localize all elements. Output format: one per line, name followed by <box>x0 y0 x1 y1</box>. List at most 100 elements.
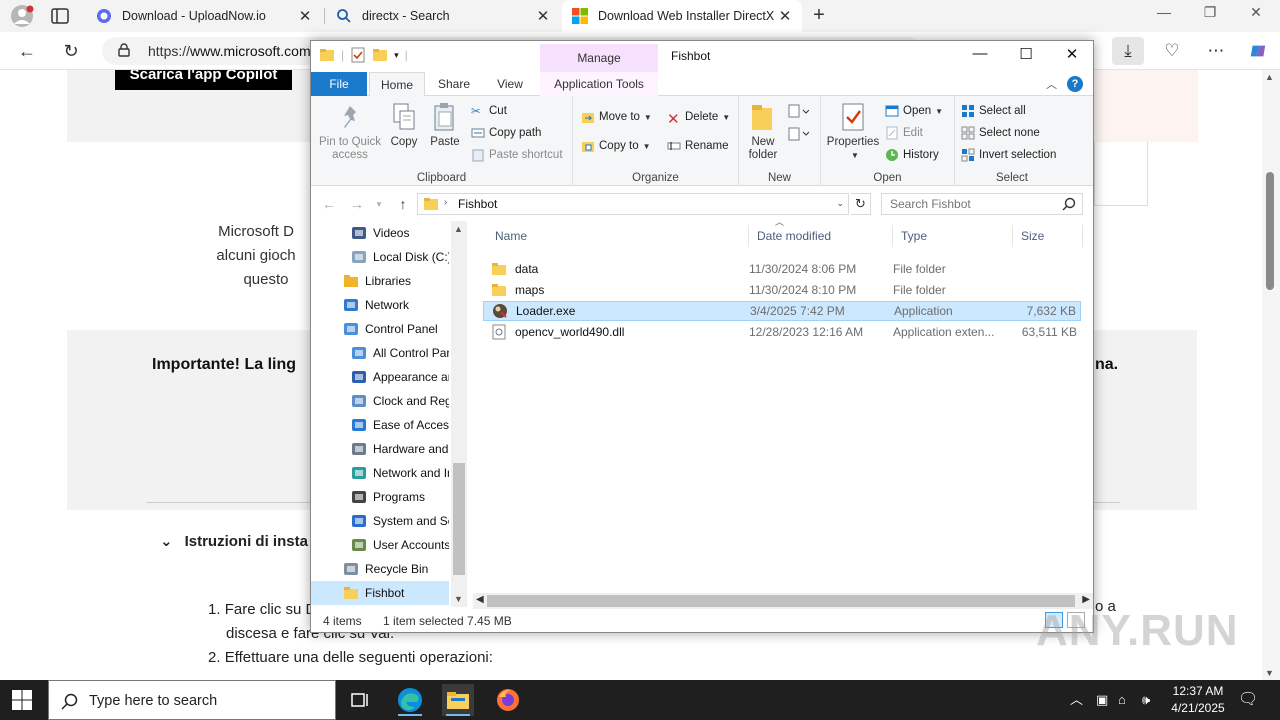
select-none-button[interactable]: Select none <box>961 126 1040 140</box>
file-explorer-taskbar-icon[interactable] <box>442 684 474 716</box>
scroll-down-icon[interactable]: ▼ <box>1265 668 1274 678</box>
path-box[interactable]: › Fishbot ⌄ <box>417 193 849 215</box>
nav-item[interactable]: Network <box>311 293 449 317</box>
close-tab-icon[interactable]: ✕ <box>536 7 550 25</box>
browser-tab-uploadnow[interactable]: Download - UploadNow.io ✕ <box>86 0 322 32</box>
close-tab-icon[interactable]: ✕ <box>298 7 312 25</box>
explorer-minimize-button[interactable]: — <box>957 45 1003 69</box>
search-input[interactable] <box>882 194 1062 214</box>
refresh-icon[interactable]: ↻ <box>851 193 871 215</box>
browser-tab-search[interactable]: directx - Search ✕ <box>326 0 560 32</box>
tab-home[interactable]: Home <box>369 72 425 97</box>
new-item-icon[interactable] <box>787 104 809 120</box>
select-all-button[interactable]: Select all <box>961 104 1026 118</box>
search-box[interactable] <box>881 193 1083 215</box>
file-row[interactable]: maps 11/30/2024 8:10 PM File folder <box>483 280 1081 300</box>
tab-file[interactable]: File <box>311 72 367 96</box>
edit-button[interactable]: Edit <box>885 126 923 140</box>
breadcrumb-fishbot[interactable]: Fishbot <box>458 197 497 211</box>
taskbar-search[interactable]: Type here to search <box>48 680 336 720</box>
device-icon[interactable]: ▣ <box>1096 680 1108 720</box>
tab-application-tools[interactable]: Application Tools <box>540 72 658 96</box>
scroll-up-icon[interactable]: ▲ <box>454 224 463 234</box>
nav-item[interactable]: Videos <box>311 221 449 245</box>
volume-icon[interactable]: 🕪 <box>1142 680 1150 720</box>
instructions-heading[interactable]: ⌄ Istruzioni di insta <box>160 532 308 550</box>
minimize-window-button[interactable]: — <box>1144 4 1184 20</box>
column-header-type[interactable]: Type <box>893 225 1013 247</box>
tab-share[interactable]: Share <box>429 72 479 96</box>
nav-item[interactable]: Libraries <box>311 269 449 293</box>
task-view-icon[interactable] <box>344 684 376 716</box>
back-button[interactable]: ← <box>14 38 40 64</box>
downloads-icon[interactable]: ⤓ <box>1112 37 1144 65</box>
column-header-date[interactable]: Date modified <box>749 225 893 247</box>
notifications-icon[interactable]: 🗨 <box>1238 680 1258 720</box>
nav-item[interactable]: Control Panel <box>311 317 449 341</box>
column-header-name[interactable]: Name <box>487 225 749 247</box>
up-arrow-icon[interactable]: ↑ <box>395 196 411 212</box>
nav-item[interactable]: Fishbot <box>311 581 449 605</box>
nav-scroll-thumb[interactable] <box>453 463 465 575</box>
copy-button[interactable]: Copy <box>385 102 423 149</box>
rename-button[interactable]: Rename <box>667 139 728 153</box>
help-icon[interactable]: ? <box>1067 76 1083 92</box>
path-dropdown-icon[interactable]: ⌄ <box>836 198 844 209</box>
file-row[interactable]: Loader.exe 3/4/2025 7:42 PM Application 7,6… <box>483 301 1081 321</box>
scroll-right-icon[interactable]: ▶ <box>1082 594 1090 605</box>
copy-to-button[interactable]: Copy to ▼ <box>581 139 651 153</box>
file-row[interactable]: opencv_world490.dll 12/28/2023 12:16 AM Ap… <box>483 322 1081 342</box>
copy-path-button[interactable]: Copy path <box>471 126 541 140</box>
copilot-icon[interactable] <box>1242 37 1274 65</box>
tab-actions-icon[interactable] <box>50 7 70 25</box>
nav-item[interactable]: Recycle Bin <box>311 557 449 581</box>
nav-item[interactable]: Network and Ir <box>311 461 449 485</box>
paste-button[interactable]: Paste <box>425 102 465 149</box>
nav-item[interactable]: Ease of Access <box>311 413 449 437</box>
nav-item[interactable]: Local Disk (C:) <box>311 245 449 269</box>
close-tab-icon[interactable]: ✕ <box>778 7 792 25</box>
new-folder-qat-icon[interactable] <box>372 47 388 63</box>
network-status-icon[interactable]: ⌂ <box>1118 680 1126 720</box>
open-button[interactable]: Open ▼ <box>885 104 943 118</box>
explorer-maximize-button[interactable]: ☐ <box>1003 45 1049 69</box>
recent-locations-icon[interactable]: ▾ <box>371 196 387 212</box>
scroll-down-icon[interactable]: ▼ <box>454 594 463 604</box>
delete-button[interactable]: ✕ Delete ▼ <box>667 110 730 128</box>
file-list-hscrollbar[interactable]: ◀ ▶ <box>473 593 1093 609</box>
page-scroll-thumb[interactable] <box>1266 172 1274 290</box>
nav-item[interactable]: Hardware and <box>311 437 449 461</box>
nav-item[interactable]: All Control Par <box>311 341 449 365</box>
back-arrow-icon[interactable]: ← <box>321 196 337 212</box>
cut-button[interactable]: ✂ Cut <box>471 104 507 118</box>
easy-access-icon[interactable] <box>787 126 809 142</box>
history-button[interactable]: History <box>885 148 939 162</box>
forward-arrow-icon[interactable]: → <box>349 196 365 212</box>
profile-avatar-icon[interactable] <box>10 5 34 27</box>
lock-icon[interactable] <box>118 43 130 57</box>
breadcrumb-chevron-icon[interactable]: › <box>444 197 447 208</box>
properties-button[interactable]: Properties ▼ <box>825 102 881 162</box>
scroll-left-icon[interactable]: ◀ <box>476 594 484 605</box>
new-tab-button[interactable]: + <box>808 4 830 27</box>
hscroll-thumb[interactable] <box>487 595 1075 607</box>
tab-view[interactable]: View <box>485 72 535 96</box>
invert-selection-button[interactable]: Invert selection <box>961 148 1056 162</box>
scroll-up-icon[interactable]: ▲ <box>1265 72 1274 82</box>
copilot-app-button[interactable]: Scarica l'app Copilot <box>115 70 292 90</box>
file-row[interactable]: data 11/30/2024 8:06 PM File folder <box>483 259 1081 279</box>
nav-pane-scrollbar[interactable]: ▲ ▼ <box>451 221 467 607</box>
windows-start-icon[interactable] <box>12 690 32 710</box>
paste-shortcut-button[interactable]: Paste shortcut <box>471 148 563 162</box>
nav-item[interactable]: System and Se <box>311 509 449 533</box>
new-folder-button[interactable]: New folder <box>743 102 783 162</box>
firefox-icon[interactable] <box>492 684 524 716</box>
nav-item[interactable]: Clock and Regi <box>311 389 449 413</box>
browser-tab-directx[interactable]: Download Web Installer DirectX E ✕ <box>562 0 802 32</box>
page-scrollbar[interactable]: ▲ ▼ <box>1262 70 1280 680</box>
pin-quick-access-button[interactable]: Pin to Quick access <box>317 102 383 162</box>
close-window-button[interactable]: ✕ <box>1236 4 1276 21</box>
customize-qat-icon[interactable]: ▾ <box>394 50 399 61</box>
nav-item[interactable]: User Accounts <box>311 533 449 557</box>
show-hidden-icons[interactable]: ︿ <box>1070 680 1083 720</box>
